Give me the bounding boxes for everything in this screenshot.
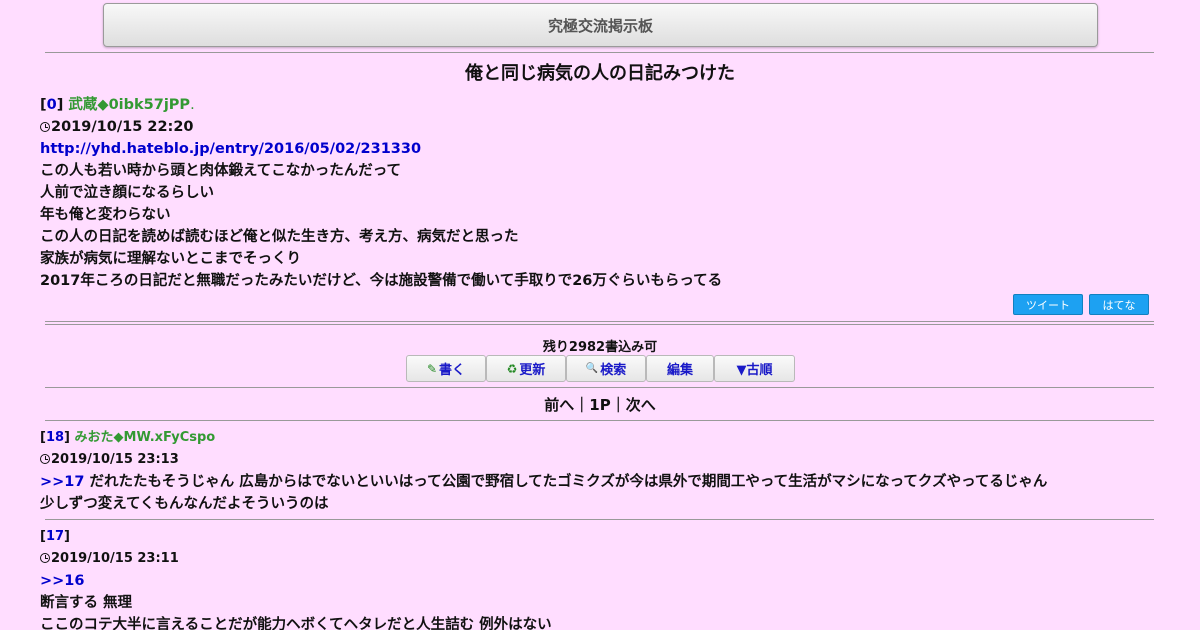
remaining-posts: 残り2982書込み可 [542, 340, 658, 355]
sort-oldest-button-label: ▼古順 [736, 363, 773, 378]
clock-icon [40, 454, 50, 464]
post-link[interactable]: http://yhd.hateblo.jp/entry/2016/05/02/2… [40, 141, 421, 157]
post-date-line: 2019/10/15 23:13 [40, 449, 1160, 471]
post-0: [0] 武蔵◆0ibk57jPP. 2019/10/15 22:20 http:… [40, 94, 1160, 292]
divider-double [45, 321, 1154, 325]
post-date-line: 2019/10/15 23:11 [40, 548, 1160, 570]
refresh-icon: ♻ [506, 361, 518, 376]
poster-name: みおた◆MW.xFyCspo [74, 430, 216, 445]
pager: 前へ｜1P｜次へ [0, 394, 1200, 415]
post-date: 2019/10/15 23:13 [51, 452, 179, 467]
post-body-line: 家族が病気に理解ないとこまでそっくり [40, 251, 301, 267]
divider [45, 52, 1154, 53]
post-header: [18] みおた◆MW.xFyCspo [40, 430, 216, 445]
pager-separator: ｜ [574, 396, 590, 414]
post-body-line: >>16 [40, 570, 1160, 592]
write-button-label: 書く [439, 363, 466, 378]
post-body-line: 少しずつ変えてくもんなんだよそういうのは [40, 496, 329, 512]
hatena-button-label: はてな [1102, 298, 1136, 312]
post-date-line: 2019/10/15 22:20 [40, 116, 1160, 138]
post-body-line: この人も若い時から頭と肉体鍛えてこなかったんだって [40, 163, 402, 179]
pencil-icon: ✎ [426, 361, 438, 376]
clock-icon [40, 553, 50, 563]
edit-button-label: 編集 [666, 363, 693, 378]
reply-anchor-link[interactable]: >>16 [40, 573, 84, 589]
post-body-line: ここのコテ大半に言えることだが能力ヘボくてヘタレだと人生詰む 例外はない [40, 617, 552, 630]
write-button[interactable]: ✎ 書く [406, 355, 486, 382]
post-date: 2019/10/15 23:11 [51, 551, 179, 566]
post-body-line: >>17 だれたたもそうじゃん 広島からはでないといいはって公園で野宿してたゴミ… [40, 471, 1160, 493]
tweet-button[interactable]: ツイート [1013, 294, 1083, 315]
next-page-link[interactable]: 次へ [626, 396, 656, 414]
search-icon: 🔍 [585, 363, 599, 374]
post-number[interactable]: 18 [46, 430, 64, 445]
poster-name: 武蔵◆0ibk57jPP [68, 97, 191, 113]
post-body-line: 年も俺と変わらない [40, 207, 171, 223]
site-title[interactable]: 究極交流掲示板 [548, 15, 653, 36]
post-body-line: 人前で泣き顔になるらしい [40, 185, 214, 201]
sort-oldest-button[interactable]: ▼古順 [714, 355, 795, 382]
post-link-line: http://yhd.hateblo.jp/entry/2016/05/02/2… [40, 138, 1160, 160]
post-body-text: だれたたもそうじゃん 広島からはでないといいはって公園で野宿してたゴミクズが今は… [84, 474, 1048, 490]
tweet-button-label: ツイート [1026, 298, 1070, 312]
poster-name-suffix: . [190, 97, 195, 113]
post-header: [0] 武蔵◆0ibk57jPP. [40, 97, 195, 113]
prev-page-link[interactable]: 前へ [544, 396, 574, 414]
board-toolbar: ✎ 書く ♻ 更新 🔍 検索 編集 ▼古順 [406, 355, 795, 382]
clock-icon [40, 122, 50, 132]
thread-title: 俺と同じ病気の人の日記みつけた [465, 63, 735, 84]
edit-button[interactable]: 編集 [646, 355, 714, 382]
divider [45, 387, 1154, 388]
site-header[interactable]: 究極交流掲示板 [103, 3, 1098, 47]
post-date: 2019/10/15 22:20 [51, 119, 194, 135]
search-button[interactable]: 🔍 検索 [566, 355, 646, 382]
post-header: [17] [40, 529, 70, 544]
divider [45, 519, 1154, 520]
pager-separator: ｜ [610, 396, 626, 414]
reply-anchor-link[interactable]: >>17 [40, 474, 84, 490]
post-18: [18] みおた◆MW.xFyCspo 2019/10/15 23:13 >>1… [40, 427, 1160, 515]
post-body-line: 2017年ころの日記だと無職だったみたいだけど、今は施設警備で働いて手取りで26… [40, 273, 723, 289]
post-body-line: この人の日記を読めば読むほど俺と似た生き方、考え方、病気だと思った [40, 229, 519, 245]
refresh-button[interactable]: ♻ 更新 [486, 355, 566, 382]
divider [45, 420, 1154, 421]
post-body-line: 断言する 無理 [40, 595, 133, 611]
hatena-button[interactable]: はてな [1089, 294, 1149, 315]
post-number[interactable]: 0 [47, 97, 57, 113]
refresh-button-label: 更新 [519, 363, 546, 378]
post-17: [17] 2019/10/15 23:11 >>16 断言する 無理 ここのコテ… [40, 526, 1160, 630]
search-button-label: 検索 [600, 363, 627, 378]
post-number[interactable]: 17 [46, 529, 64, 544]
current-page[interactable]: 1P [589, 396, 610, 414]
